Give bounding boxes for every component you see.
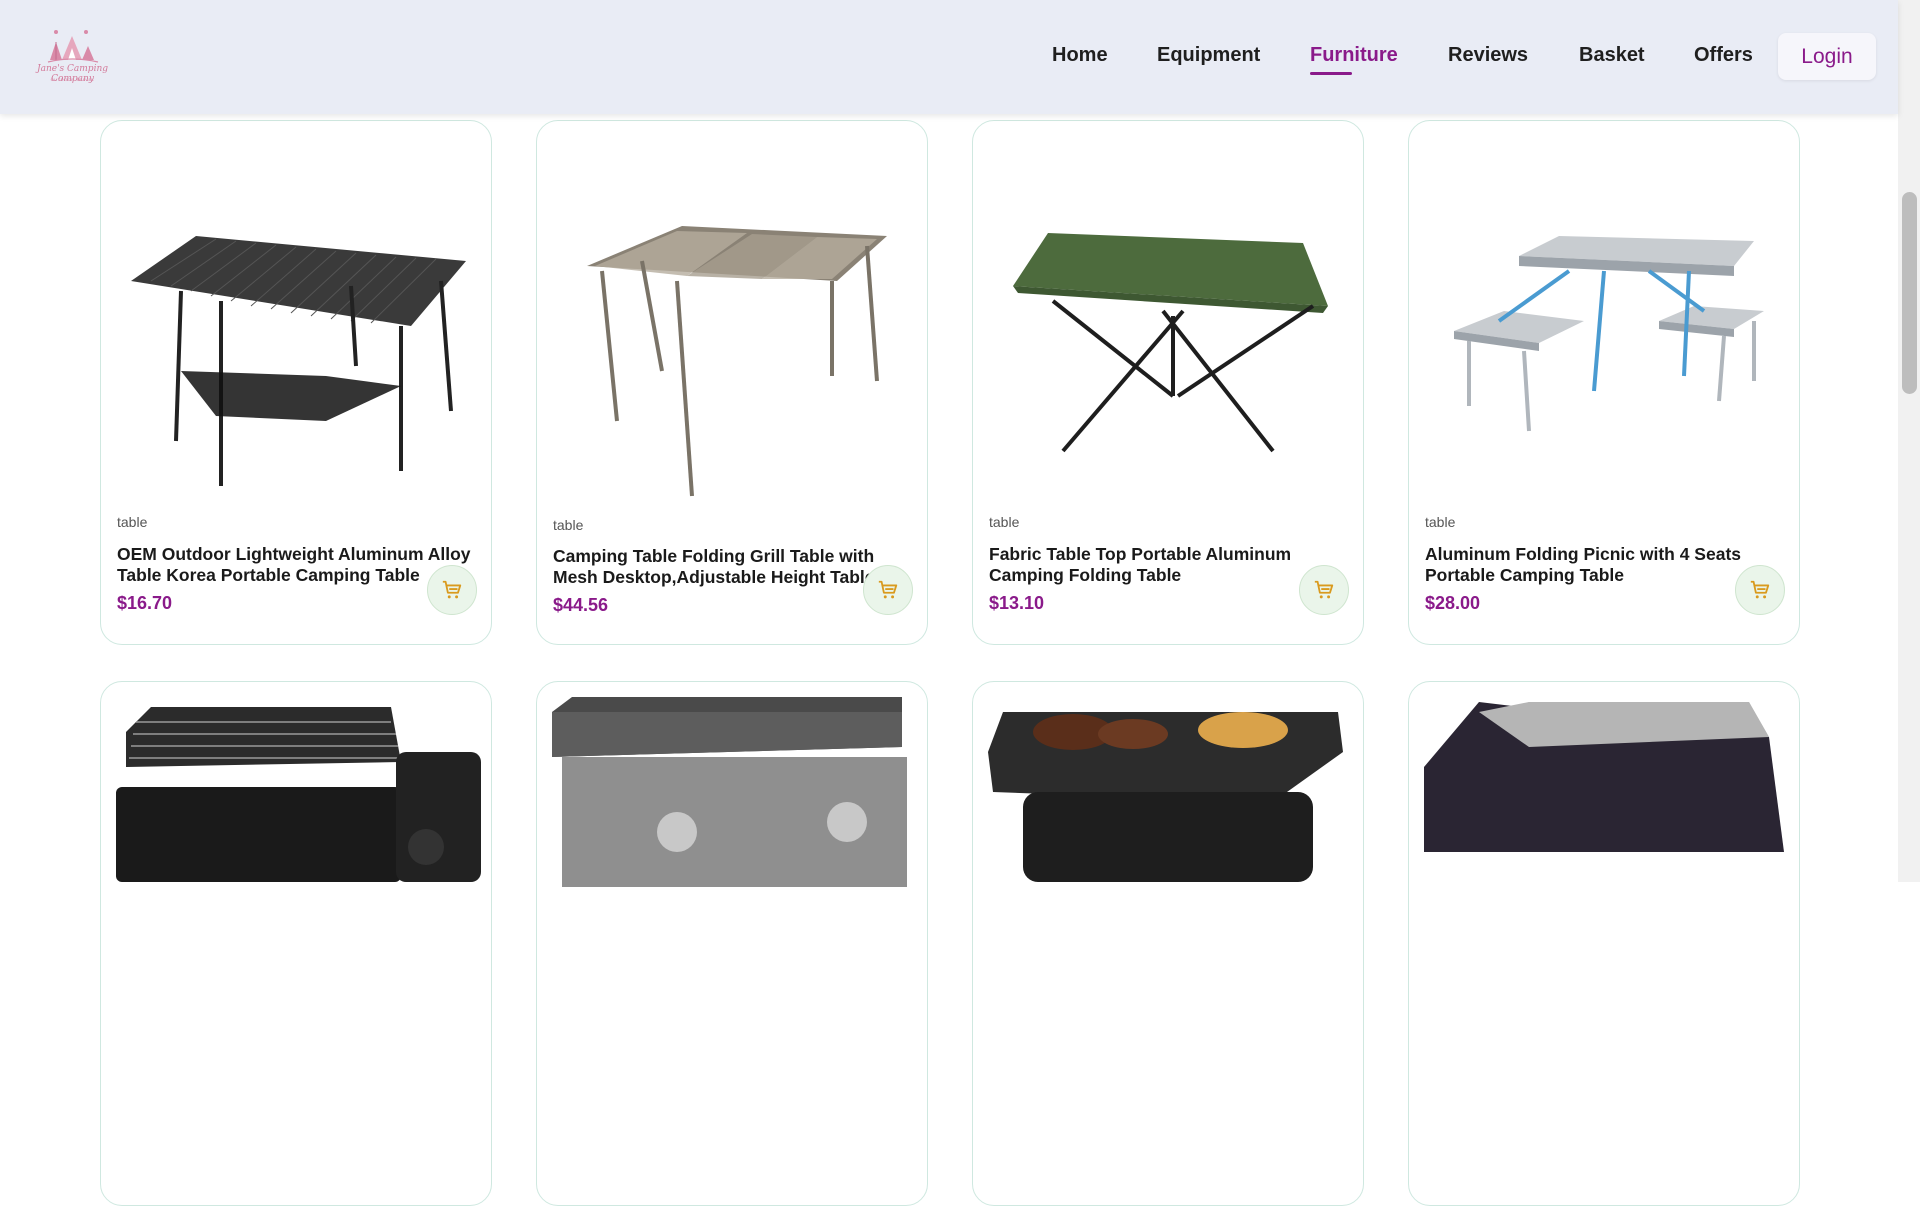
scrollbar-thumb[interactable]: [1902, 192, 1917, 394]
nav-reviews[interactable]: Reviews: [1448, 44, 1528, 67]
electric-grill-griddle-image: [988, 712, 1343, 882]
scrollbar-track[interactable]: [1898, 0, 1920, 882]
product-card[interactable]: table Aluminum Folding Picnic with 4 Sea…: [1408, 120, 1800, 645]
product-title[interactable]: Fabric Table Top Portable Aluminum Campi…: [989, 544, 1349, 586]
product-title[interactable]: OEM Outdoor Lightweight Aluminum Alloy T…: [117, 544, 477, 586]
product-title[interactable]: Aluminum Folding Picnic with 4 Seats Por…: [1425, 544, 1785, 586]
nav-basket[interactable]: Basket: [1579, 44, 1645, 67]
product-category: table: [989, 514, 1020, 530]
product-card[interactable]: [1408, 681, 1800, 1206]
nav-furniture[interactable]: Furniture: [1310, 44, 1398, 75]
cart-icon: [442, 580, 462, 599]
nav-furniture-label: Furniture: [1310, 44, 1398, 66]
fabric-top-table-image: [1013, 233, 1328, 453]
product-price: $16.70: [117, 593, 173, 613]
product-price: $13.10: [989, 593, 1045, 613]
product-card[interactable]: table Fabric Table Top Portable Aluminum…: [972, 120, 1364, 645]
picnic-table-with-seats-image: [1454, 236, 1764, 432]
product-card[interactable]: [972, 681, 1364, 1206]
mesh-grill-table-image: [587, 226, 887, 497]
product-category: table: [553, 517, 584, 533]
product-price: $44.56: [553, 595, 609, 615]
nav-home[interactable]: Home: [1052, 44, 1108, 67]
cart-icon: [1750, 580, 1770, 599]
folding-aluminum-table-image: [131, 236, 466, 486]
product-category: table: [117, 514, 148, 530]
product-price: $28.00: [1425, 593, 1481, 613]
cart-icon: [1314, 580, 1334, 599]
blackstone-griddle-image: [552, 697, 907, 887]
product-card[interactable]: [100, 681, 492, 1206]
login-button[interactable]: Login: [1778, 33, 1876, 80]
brand-logo[interactable]: Jane's Camping Company OUTDOOR TRAVEL: [20, 18, 125, 88]
nav-offers[interactable]: Offers: [1694, 44, 1753, 67]
add-to-cart-button[interactable]: [1735, 565, 1785, 615]
product-title[interactable]: Camping Table Folding Grill Table with M…: [553, 546, 913, 588]
active-underline: [1310, 72, 1352, 75]
add-to-cart-button[interactable]: [1299, 565, 1349, 615]
electric-indoor-grill-image: [1424, 702, 1784, 852]
product-card[interactable]: table OEM Outdoor Lightweight Aluminum A…: [100, 120, 492, 645]
portable-gas-grill-image: [116, 707, 481, 882]
add-to-cart-button[interactable]: [427, 565, 477, 615]
site-header: Jane's Camping Company OUTDOOR TRAVEL Ho…: [0, 0, 1898, 114]
product-category: table: [1425, 514, 1456, 530]
brand-tagline: OUTDOOR TRAVEL: [50, 77, 95, 82]
product-card[interactable]: table Camping Table Folding Grill Table …: [536, 120, 928, 645]
product-card[interactable]: [536, 681, 928, 1206]
cart-icon: [878, 580, 898, 599]
nav-equipment[interactable]: Equipment: [1157, 44, 1260, 67]
add-to-cart-button[interactable]: [863, 565, 913, 615]
